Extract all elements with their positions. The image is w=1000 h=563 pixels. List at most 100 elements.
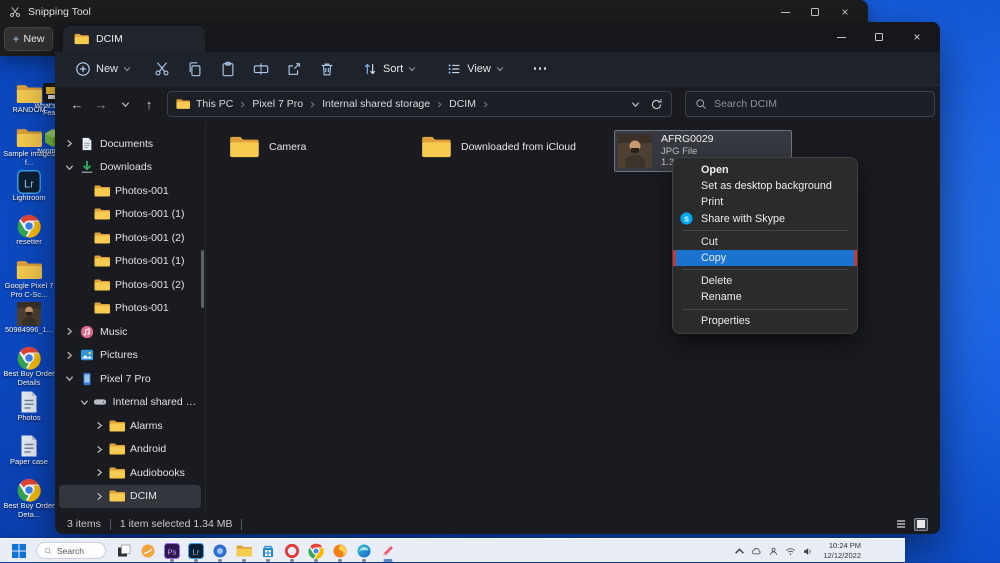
menu-item-properties[interactable]: Properties — [673, 313, 857, 329]
taskbar-app-photoshop[interactable]: Ps — [162, 540, 181, 562]
sidebar-item-android[interactable]: Android — [59, 438, 201, 462]
snip-minimize-button[interactable] — [770, 0, 800, 24]
chevron-right-icon[interactable] — [65, 139, 78, 148]
sidebar-item-photos-001-1[interactable]: Photos-001 (1) — [59, 250, 201, 274]
menu-item-cut[interactable]: Cut — [673, 234, 857, 250]
menu-item-share-with-skype[interactable]: SShare with Skype — [673, 211, 857, 227]
sidebar-item-alarms[interactable]: Alarms — [59, 414, 201, 438]
taskbar-app-task-view[interactable] — [114, 540, 133, 562]
chevron-right-icon[interactable] — [95, 468, 108, 477]
taskbar-app-edge[interactable] — [354, 540, 373, 562]
chevron-right-icon[interactable] — [65, 327, 78, 336]
taskbar-app-opera[interactable] — [282, 540, 301, 562]
sidebar-item-music[interactable]: Music — [59, 320, 201, 344]
chevron-down-icon[interactable] — [65, 374, 78, 383]
sidebar-item-photos-001[interactable]: Photos-001 — [59, 297, 201, 321]
explorer-titlebar[interactable]: DCIM × — [55, 22, 940, 52]
people-icon[interactable] — [768, 546, 779, 557]
start-button[interactable] — [11, 543, 27, 559]
breadcrumb[interactable]: This PC Pixel 7 Pro Internal shared storag… — [167, 91, 672, 117]
breadcrumb-pixel-7-pro[interactable]: Pixel 7 Pro — [252, 98, 303, 110]
sort-button[interactable]: Sort — [356, 57, 422, 81]
recent-locations-button[interactable] — [113, 92, 137, 116]
sidebar-scrollbar[interactable] — [201, 250, 204, 308]
view-button[interactable]: View — [440, 57, 510, 81]
desktop-icon-lightroom[interactable]: LrLightroom — [1, 170, 57, 214]
thumbnail-view-toggle[interactable] — [914, 518, 928, 531]
desktop-icon-photos[interactable]: Photos — [1, 390, 57, 434]
volume-icon[interactable] — [802, 546, 813, 557]
taskbar-app-firefox[interactable] — [330, 540, 349, 562]
chevron-right-icon[interactable] — [95, 421, 108, 430]
chevron-right-icon[interactable] — [95, 445, 108, 454]
search-box[interactable] — [685, 91, 935, 117]
chevron-right-icon[interactable] — [65, 351, 78, 360]
desktop-icon-resetter[interactable]: resetter — [1, 214, 57, 258]
network-icon[interactable] — [785, 546, 796, 557]
chevron-down-icon[interactable] — [65, 163, 78, 172]
sidebar-item-downloads[interactable]: Downloads — [59, 156, 201, 180]
menu-item-open[interactable]: Open — [673, 162, 857, 178]
desktop-icon-best-buy-order-details[interactable]: Best Buy Order Details — [1, 346, 57, 390]
sidebar-item-documents[interactable]: Documents — [59, 132, 201, 156]
menu-item-print[interactable]: Print — [673, 194, 857, 210]
explorer-maximize-button[interactable] — [860, 22, 898, 52]
breadcrumb-internal-shared-storage[interactable]: Internal shared storage — [322, 98, 430, 110]
snipping-new-button[interactable]: + New — [4, 27, 53, 51]
paste-button[interactable] — [215, 57, 241, 81]
share-button[interactable] — [281, 57, 307, 81]
folder-tile-camera[interactable]: Camera — [229, 135, 306, 159]
menu-item-delete[interactable]: Delete — [673, 273, 857, 289]
taskbar-app-chrome[interactable] — [306, 540, 325, 562]
menu-item-copy[interactable]: Copy — [673, 250, 857, 266]
taskbar-app-snipping-tool[interactable] — [378, 540, 397, 562]
desktop-icon-best-buy-order-deta[interactable]: Best Buy Order Deta... — [1, 478, 57, 522]
taskbar-app-app-blue[interactable] — [210, 540, 229, 562]
explorer-minimize-button[interactable] — [822, 22, 860, 52]
chevron-down-icon[interactable] — [80, 398, 91, 407]
new-button[interactable]: New — [69, 57, 137, 81]
menu-item-set-as-desktop-background[interactable]: Set as desktop background — [673, 178, 857, 194]
taskbar-app-lightroom[interactable]: Lr — [186, 540, 205, 562]
sidebar-item-pictures[interactable]: Pictures — [59, 344, 201, 368]
delete-button[interactable] — [314, 57, 340, 81]
taskbar-app-app-orange[interactable] — [138, 540, 157, 562]
tray-overflow-chevron-icon[interactable] — [734, 546, 745, 557]
explorer-close-button[interactable]: × — [898, 22, 936, 52]
sidebar-item-photos-001-2[interactable]: Photos-001 (2) — [59, 226, 201, 250]
desktop-icon-google-pixel-7-pro-c-sc[interactable]: Google Pixel 7 Pro C-Sc... — [1, 258, 57, 302]
copy-button[interactable] — [182, 57, 208, 81]
up-button[interactable]: ↑ — [137, 92, 161, 116]
refresh-icon[interactable] — [650, 98, 663, 111]
taskbar-search[interactable]: Search — [36, 542, 106, 559]
desktop-icon-50984996-1[interactable]: 50984996_1... — [1, 302, 57, 346]
menu-item-rename[interactable]: Rename — [673, 289, 857, 305]
taskbar-app-file-explorer[interactable] — [234, 540, 253, 562]
explorer-tab-dcim[interactable]: DCIM — [63, 26, 205, 52]
forward-button[interactable]: → — [89, 92, 113, 116]
snip-maximize-button[interactable] — [800, 0, 830, 24]
details-view-toggle[interactable] — [894, 518, 908, 531]
sidebar-item-audiobooks[interactable]: Audiobooks — [59, 461, 201, 485]
chevron-right-icon[interactable] — [95, 492, 108, 501]
snip-close-button[interactable]: × — [830, 0, 860, 24]
desktop-icon-paper-case[interactable]: Paper case — [1, 434, 57, 478]
search-input[interactable] — [714, 98, 925, 110]
sidebar-item-photos-001-1[interactable]: Photos-001 (1) — [59, 203, 201, 227]
taskbar-clock[interactable]: 10:24 PM 12/12/2022 — [823, 541, 861, 561]
rename-button[interactable] — [248, 57, 274, 81]
cut-button[interactable] — [149, 57, 175, 81]
back-button[interactable]: ← — [65, 92, 89, 116]
folder-tile-downloaded-from-icloud[interactable]: Downloaded from iCloud — [421, 135, 576, 159]
more-options-button[interactable] — [528, 61, 553, 76]
taskbar-app-store[interactable] — [258, 540, 277, 562]
breadcrumb-this-pc[interactable]: This PC — [196, 98, 233, 110]
sidebar-item-internal-shared-storage[interactable]: Internal shared storage — [59, 391, 201, 415]
breadcrumb-dcim[interactable]: DCIM — [449, 98, 476, 110]
sidebar-item-pixel-7-pro[interactable]: Pixel 7 Pro — [59, 367, 201, 391]
address-dropdown-icon[interactable] — [631, 100, 640, 109]
sidebar-item-dcim[interactable]: DCIM — [59, 485, 201, 509]
onedrive-cloud-icon[interactable] — [751, 546, 762, 557]
sidebar-item-photos-001[interactable]: Photos-001 — [59, 179, 201, 203]
sidebar-item-photos-001-2[interactable]: Photos-001 (2) — [59, 273, 201, 297]
